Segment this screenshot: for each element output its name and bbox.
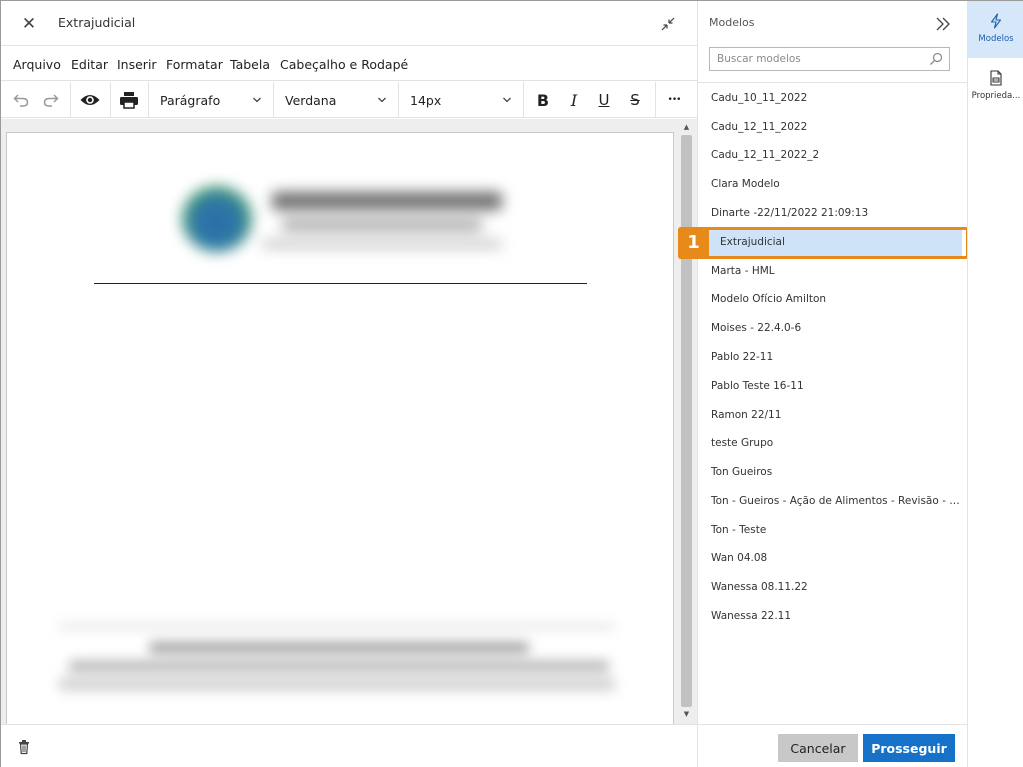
block-format-select[interactable]: Parágrafo bbox=[149, 82, 273, 118]
font-size-value: 14px bbox=[410, 92, 442, 108]
document-scrollbar[interactable]: ▲ ▼ bbox=[678, 119, 695, 724]
list-item[interactable]: Ramon 22/11 bbox=[698, 401, 967, 430]
blurred-letterhead-logo bbox=[152, 180, 527, 268]
toolbar-separator bbox=[655, 82, 656, 118]
search-icon[interactable] bbox=[929, 52, 943, 66]
models-search-box bbox=[709, 47, 950, 71]
italic-button[interactable]: I bbox=[560, 82, 588, 118]
toolbar-separator bbox=[70, 82, 71, 118]
header-divider-line bbox=[94, 283, 587, 284]
menu-bar: Arquivo Editar Inserir Formatar Tabela C… bbox=[1, 47, 697, 81]
blurred-footer-text bbox=[59, 625, 615, 695]
lightning-icon bbox=[990, 13, 1002, 29]
list-item[interactable]: Pablo 22-11 bbox=[698, 343, 967, 372]
callout-number-badge: 1 bbox=[678, 227, 709, 259]
preview-eye-icon[interactable] bbox=[73, 82, 107, 118]
list-item[interactable]: Ton Gueiros bbox=[698, 458, 967, 487]
chevron-down-icon bbox=[378, 97, 386, 103]
print-icon[interactable] bbox=[113, 82, 145, 118]
editor-toolbar: Parágrafo Verdana 14px B I U S ••• bbox=[1, 82, 697, 118]
close-icon[interactable]: ✕ bbox=[18, 13, 40, 35]
list-item[interactable]: Wanessa 22.11 bbox=[698, 602, 967, 631]
models-search-input[interactable] bbox=[717, 51, 917, 67]
tab-modelos[interactable]: Modelos bbox=[968, 1, 1023, 58]
document-editor: ✕ Extrajudicial Arquivo Editar Inserir F… bbox=[1, 1, 697, 767]
double-chevron-right-icon[interactable] bbox=[932, 13, 954, 35]
font-family-value: Verdana bbox=[285, 92, 337, 108]
list-item[interactable]: Cadu_12_11_2022_2 bbox=[698, 141, 967, 170]
chevron-down-icon bbox=[253, 97, 261, 103]
scroll-up-arrow-icon[interactable]: ▲ bbox=[678, 121, 695, 134]
redo-icon[interactable] bbox=[37, 82, 65, 118]
chevron-down-icon bbox=[503, 97, 511, 103]
list-item[interactable]: Ton - Teste bbox=[698, 516, 967, 545]
list-item[interactable]: Pablo Teste 16-11 bbox=[698, 372, 967, 401]
list-item[interactable]: Cadu_10_11_2022 bbox=[698, 84, 967, 113]
more-options-button[interactable]: ••• bbox=[659, 82, 689, 118]
editor-header: ✕ Extrajudicial bbox=[1, 1, 697, 46]
list-item[interactable]: Modelo Ofício Amilton bbox=[698, 285, 967, 314]
document-canvas: ▲ ▼ bbox=[1, 119, 697, 724]
list-item[interactable]: Ton - Gueiros - Ação de Alimentos - Revi… bbox=[698, 487, 967, 516]
models-panel-title: Modelos bbox=[709, 16, 755, 29]
list-item[interactable]: Wanessa 08.11.22 bbox=[698, 573, 967, 602]
list-item[interactable]: Clara Modelo bbox=[698, 170, 967, 199]
menu-inserir[interactable]: Inserir bbox=[117, 57, 157, 72]
list-item[interactable]: Cadu_12_11_2022 bbox=[698, 113, 967, 142]
menu-editar[interactable]: Editar bbox=[71, 57, 108, 72]
list-item[interactable]: teste Grupo bbox=[698, 429, 967, 458]
toolbar-separator bbox=[110, 82, 111, 118]
list-item[interactable]: Dinarte -22/11/2022 21:09:13 bbox=[698, 199, 967, 228]
models-panel: Modelos Cadu_10_11_2022 Cadu_12_11_2022 … bbox=[697, 1, 968, 767]
trash-icon[interactable] bbox=[16, 739, 32, 755]
strikethrough-button[interactable]: S bbox=[621, 82, 649, 118]
document-page[interactable] bbox=[6, 132, 674, 724]
menu-arquivo[interactable]: Arquivo bbox=[13, 57, 61, 72]
editor-footer bbox=[1, 724, 697, 767]
scroll-down-arrow-icon[interactable]: ▼ bbox=[678, 708, 695, 721]
document-title: Extrajudicial bbox=[58, 15, 136, 30]
scrollbar-thumb[interactable] bbox=[681, 135, 692, 707]
menu-formatar[interactable]: Formatar bbox=[166, 57, 223, 72]
list-item-selected[interactable]: Extrajudicial bbox=[706, 228, 962, 257]
continue-button[interactable]: Prosseguir bbox=[863, 734, 955, 762]
right-rail: Modelos Proprieda... bbox=[967, 1, 1023, 767]
list-item[interactable]: Wan 04.08 bbox=[698, 544, 967, 573]
tab-propriedades[interactable]: Proprieda... bbox=[968, 58, 1023, 115]
underline-button[interactable]: U bbox=[590, 82, 618, 118]
undo-icon[interactable] bbox=[7, 82, 35, 118]
menu-tabela[interactable]: Tabela bbox=[230, 57, 270, 72]
divider bbox=[698, 82, 968, 83]
app-window: ✕ Extrajudicial Arquivo Editar Inserir F… bbox=[0, 0, 1023, 767]
tab-label: Proprieda... bbox=[971, 91, 1021, 101]
collapse-icon[interactable] bbox=[657, 13, 679, 35]
menu-cabecalho-rodape[interactable]: Cabeçalho e Rodapé bbox=[280, 57, 408, 72]
font-family-select[interactable]: Verdana bbox=[274, 82, 398, 118]
cancel-button[interactable]: Cancelar bbox=[778, 734, 858, 762]
font-size-select[interactable]: 14px bbox=[399, 82, 523, 118]
list-item[interactable]: Moises - 22.4.0-6 bbox=[698, 314, 967, 343]
tab-label: Modelos bbox=[978, 34, 1014, 44]
toolbar-separator bbox=[523, 82, 524, 118]
document-properties-icon bbox=[990, 70, 1002, 86]
bold-button[interactable]: B bbox=[529, 82, 557, 118]
block-format-value: Parágrafo bbox=[160, 92, 221, 108]
models-footer: Cancelar Prosseguir bbox=[698, 724, 968, 767]
list-item[interactable]: Marta - HML bbox=[698, 257, 967, 286]
